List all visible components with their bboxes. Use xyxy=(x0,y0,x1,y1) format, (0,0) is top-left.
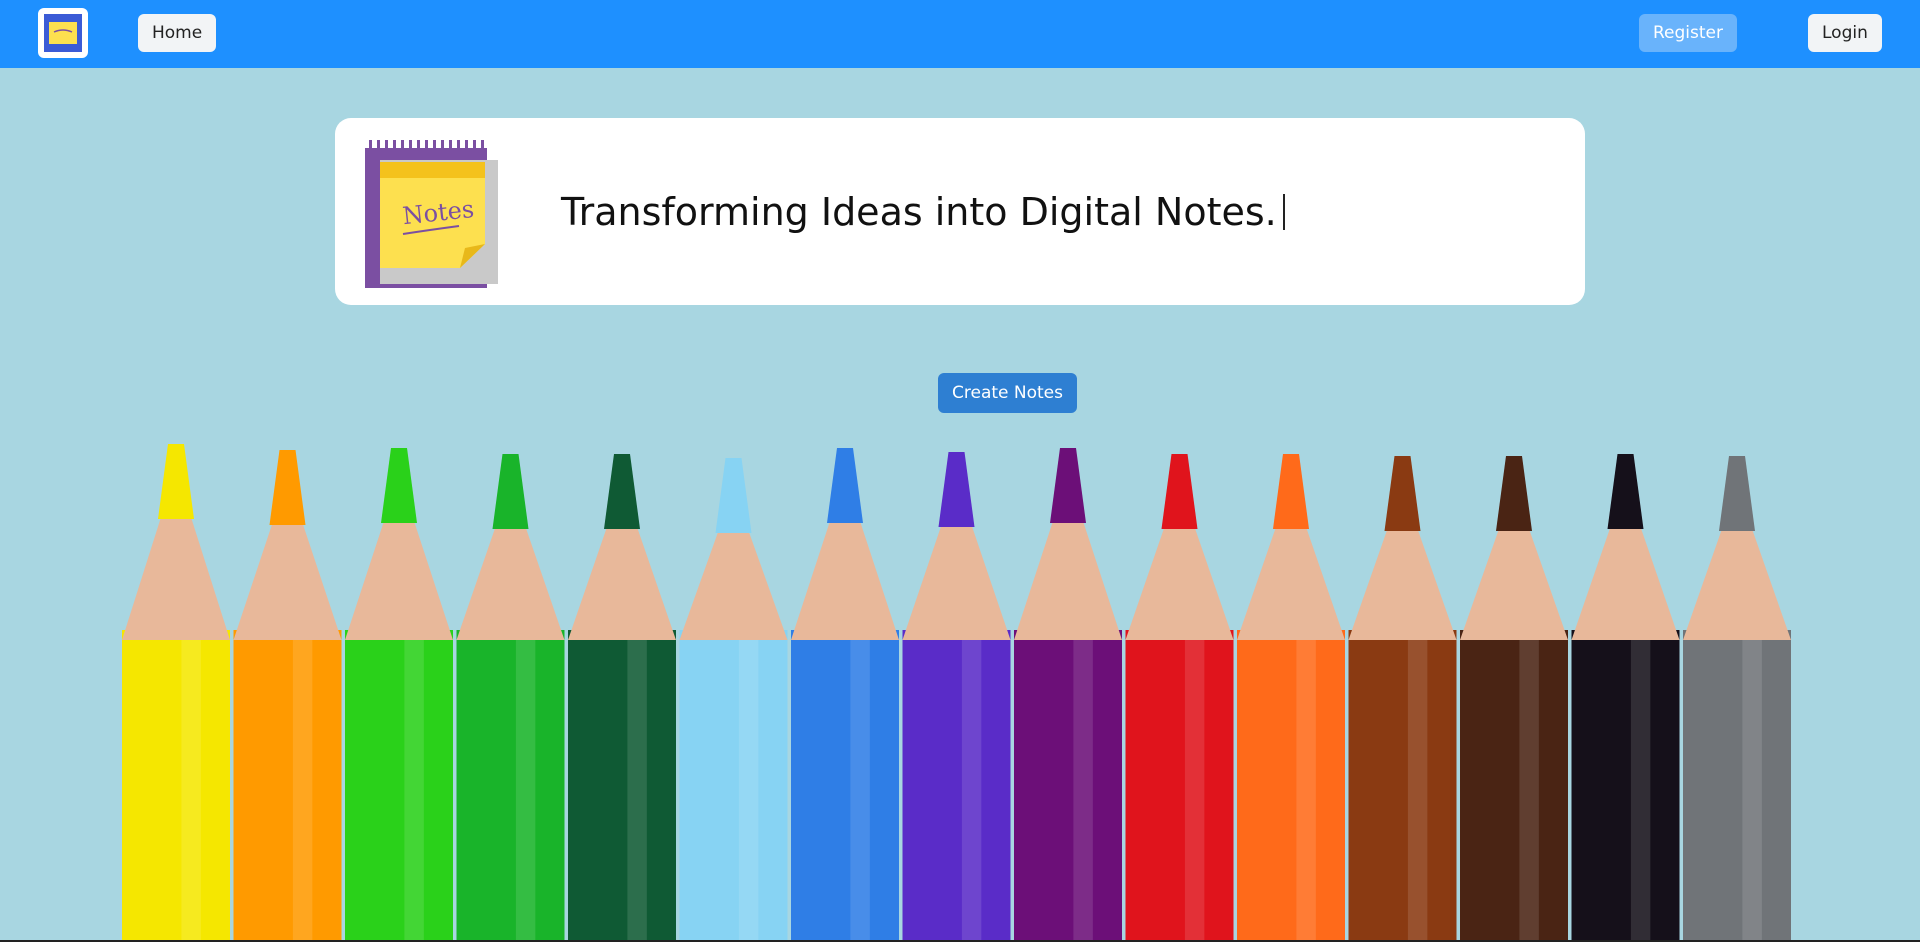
hero-card: Notes Transforming Ideas into Digital No… xyxy=(335,118,1585,305)
pencil xyxy=(1571,454,1680,940)
pencil xyxy=(1348,456,1457,940)
pencil xyxy=(1460,456,1568,940)
create-notes-button[interactable]: Create Notes xyxy=(938,373,1077,413)
notepad-illustration-icon: Notes xyxy=(365,140,498,288)
login-button[interactable]: Login xyxy=(1808,14,1882,52)
pencil xyxy=(233,450,342,940)
pencil xyxy=(122,444,230,940)
pencil xyxy=(1125,454,1234,940)
hero-tagline: Transforming Ideas into Digital Notes. xyxy=(561,190,1277,234)
home-button[interactable]: Home xyxy=(138,14,217,52)
logo[interactable] xyxy=(38,8,88,58)
pencil xyxy=(679,458,788,940)
tagline-row: Transforming Ideas into Digital Notes. xyxy=(561,190,1285,234)
pencil xyxy=(345,448,453,940)
pencil xyxy=(791,448,899,940)
pencil xyxy=(1014,448,1122,940)
pencil xyxy=(1683,456,1791,940)
pencil xyxy=(456,454,565,940)
navbar: Home Register Login xyxy=(0,0,1920,68)
pencil xyxy=(568,454,676,940)
sticky-note-logo-icon xyxy=(44,14,82,52)
colored-pencils-image xyxy=(122,444,1791,940)
pencil xyxy=(902,452,1011,940)
pencil xyxy=(1237,454,1345,940)
register-button[interactable]: Register xyxy=(1639,14,1737,52)
typing-caret xyxy=(1282,194,1285,230)
